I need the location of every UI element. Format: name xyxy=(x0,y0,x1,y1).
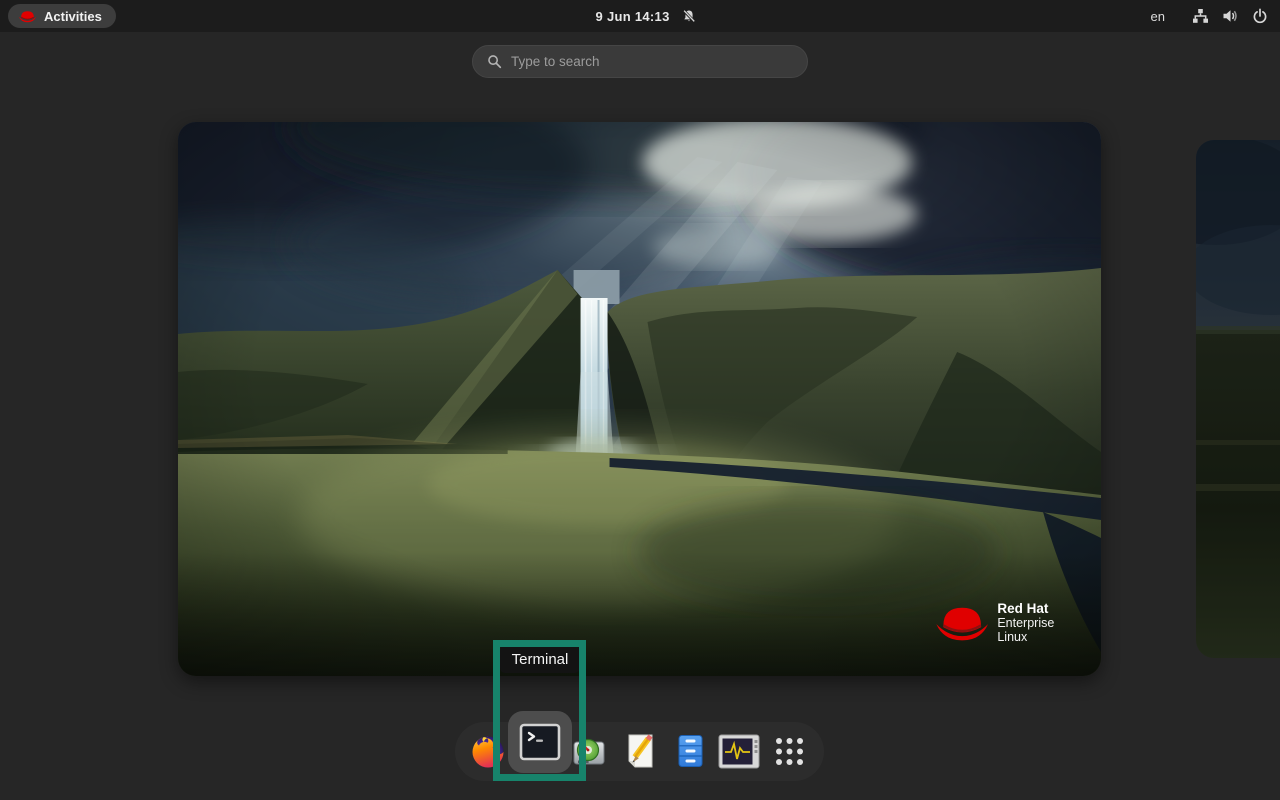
clock-button[interactable]: 9 Jun 14:13 xyxy=(596,0,697,32)
redhat-fedora-icon xyxy=(934,601,990,643)
disks-icon[interactable] xyxy=(569,731,609,776)
search-bar[interactable] xyxy=(472,45,808,78)
activities-button[interactable]: Activities xyxy=(8,4,116,28)
terminal-icon xyxy=(519,723,561,761)
search-icon xyxy=(487,54,502,69)
notifications-disabled-icon xyxy=(682,9,697,24)
keyboard-layout-indicator[interactable]: en xyxy=(1151,9,1165,24)
network-wired-icon[interactable] xyxy=(1192,8,1209,24)
clock-label: 9 Jun 14:13 xyxy=(596,9,670,24)
brand-line-1: Red Hat xyxy=(997,601,1054,616)
workspace-preview-current[interactable]: Red Hat Enterprise Linux xyxy=(178,122,1101,676)
system-status-area[interactable]: en xyxy=(1151,0,1268,32)
wallpaper-waterfall xyxy=(178,122,1101,676)
firefox-icon[interactable] xyxy=(471,735,505,774)
workspace-preview-next[interactable] xyxy=(1196,140,1280,658)
brand-line-2: Enterprise Linux xyxy=(997,616,1054,644)
volume-icon[interactable] xyxy=(1222,8,1239,24)
system-monitor-icon[interactable] xyxy=(718,734,760,775)
dock-app-terminal[interactable] xyxy=(508,711,572,773)
files-icon[interactable] xyxy=(671,732,709,775)
text-editor-icon[interactable] xyxy=(621,732,659,775)
activities-label: Activities xyxy=(44,9,102,24)
search-input[interactable] xyxy=(511,54,795,69)
app-tooltip: Terminal xyxy=(500,645,580,673)
wallpaper-next-partial xyxy=(1196,140,1280,658)
rhel-brand-logo: Red Hat Enterprise Linux xyxy=(934,601,1054,644)
redhat-fedora-icon xyxy=(18,9,37,23)
power-icon[interactable] xyxy=(1252,8,1268,24)
top-bar: Activities 9 Jun 14:13 en xyxy=(0,0,1280,32)
show-apps-grid-icon[interactable] xyxy=(775,737,804,771)
